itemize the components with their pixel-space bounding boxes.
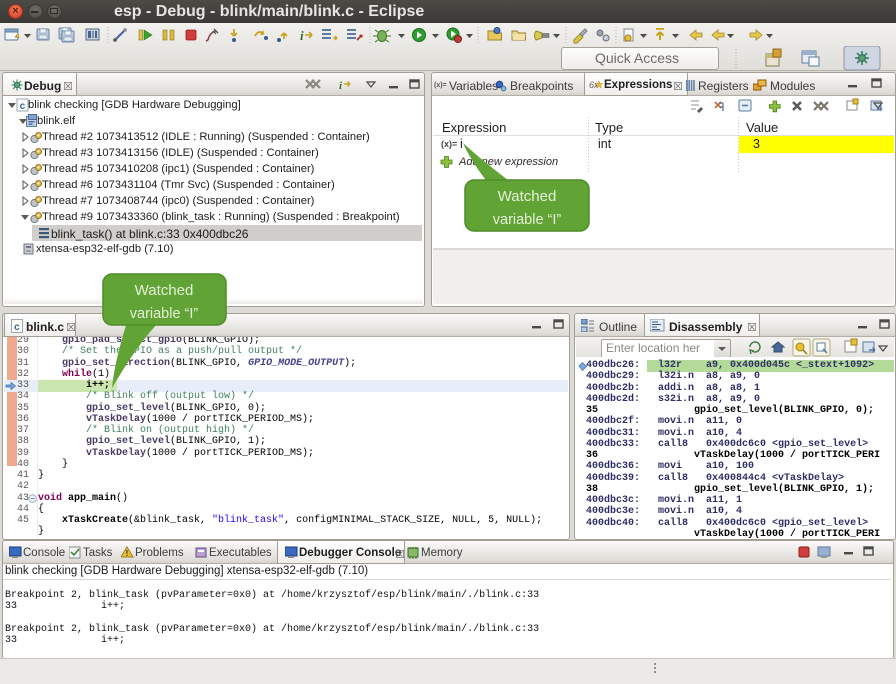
svg-text:Watched: Watched — [498, 188, 557, 205]
svg-text:variable “I”: variable “I” — [130, 306, 199, 322]
svg-text:variable “I”: variable “I” — [493, 212, 562, 228]
svg-text:Watched: Watched — [135, 282, 194, 299]
